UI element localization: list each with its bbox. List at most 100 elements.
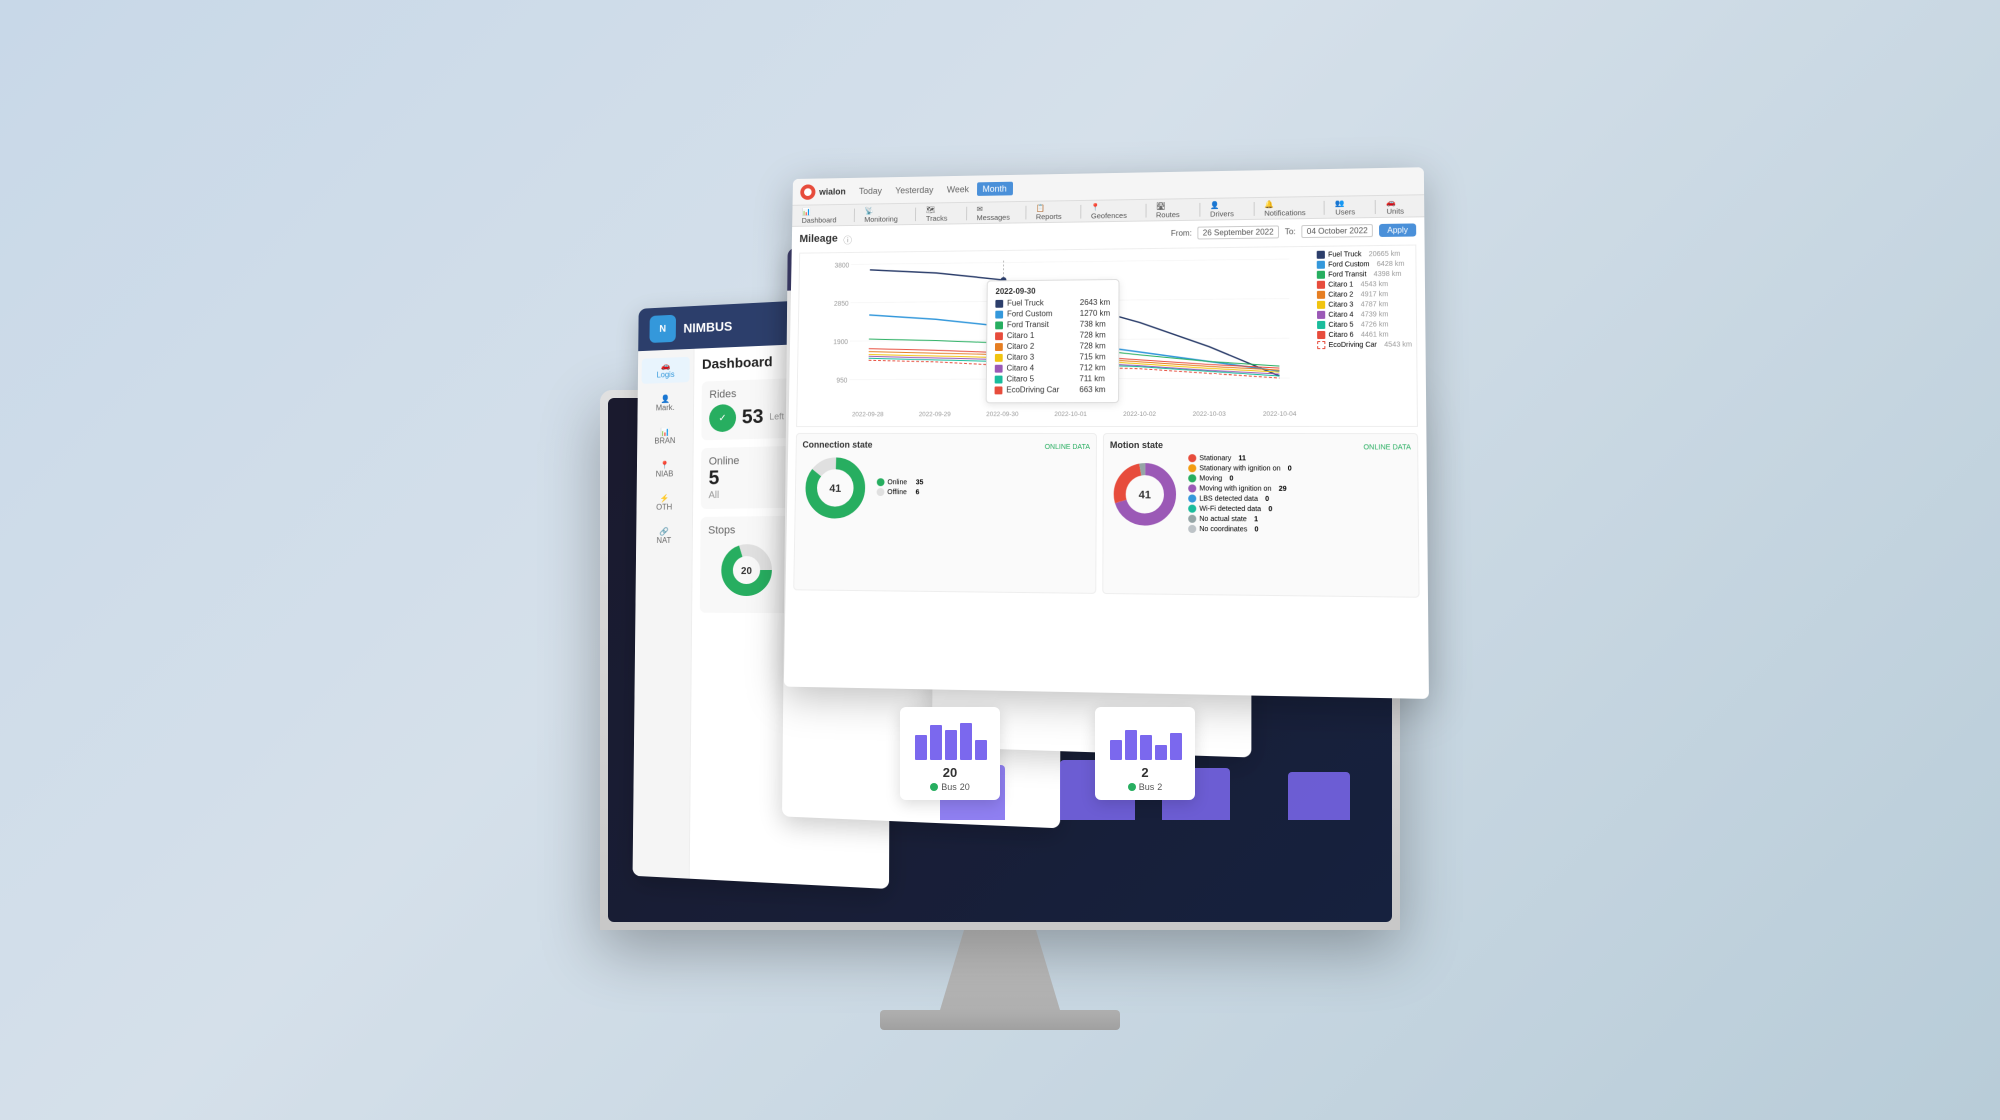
tooltip-date: 2022-09-30 bbox=[995, 286, 1110, 296]
toolbar-divider-2 bbox=[915, 207, 916, 221]
from-date-input[interactable]: 26 September 2022 bbox=[1198, 225, 1279, 239]
toolbar-units[interactable]: 🚗 Units bbox=[1382, 196, 1418, 217]
sidebar-item-bran[interactable]: 📊BRAN bbox=[641, 423, 689, 450]
legend-dot-citaro1r bbox=[1317, 281, 1325, 289]
wialon-main-content: Mileage ⓘ From: 26 September 2022 To: 04… bbox=[785, 217, 1428, 604]
legend-dot-online bbox=[877, 478, 885, 486]
legend-dot-citaro4r bbox=[1317, 311, 1325, 319]
svg-text:2022-10-02: 2022-10-02 bbox=[1123, 411, 1156, 418]
sidebar-item-oth[interactable]: ⚡OTH bbox=[640, 490, 688, 516]
legend-citaro3: Citaro 3 4787 km bbox=[1317, 300, 1412, 309]
legend-val-moving: 0 bbox=[1229, 475, 1233, 482]
legend-label-moving-ign: Moving with ignition on bbox=[1199, 485, 1271, 492]
tooltip-dot-citaro4 bbox=[995, 364, 1003, 372]
legend-dot-stat-ign bbox=[1188, 464, 1196, 472]
left-bar-num: 20 bbox=[943, 765, 957, 780]
toolbar-reports[interactable]: 📋 Reports bbox=[1032, 202, 1075, 222]
legend-online: Online 35 bbox=[877, 478, 924, 486]
wialon-logo-area: wialon bbox=[800, 183, 846, 199]
tooltip-name-citaro3: Citaro 3 bbox=[1007, 353, 1076, 362]
motion-state-panel: Motion state ONLINE DATA 41 bbox=[1102, 433, 1419, 598]
motion-online-badge: ONLINE DATA bbox=[1363, 444, 1410, 451]
legend-label-offline: Offline bbox=[887, 489, 907, 496]
tooltip-value-ford-transit: 738 km bbox=[1080, 320, 1106, 329]
apply-button[interactable]: Apply bbox=[1379, 223, 1416, 237]
legend-dot-ecor bbox=[1317, 341, 1325, 349]
legend-label-moving: Moving bbox=[1199, 475, 1222, 482]
tooltip-dot-citaro5 bbox=[995, 375, 1003, 383]
left-bus-label: Bus bbox=[941, 782, 957, 792]
legend-val-citaro6r: 4461 km bbox=[1361, 331, 1389, 338]
nimbus-title: NIMBUS bbox=[683, 318, 732, 335]
right-bus-dot bbox=[1128, 783, 1136, 791]
tooltip-dot-citaro1 bbox=[995, 332, 1003, 340]
connection-donut-svg: 41 bbox=[801, 453, 869, 522]
legend-wifi: Wi-Fi detected data 0 bbox=[1188, 505, 1292, 514]
toolbar-messages[interactable]: ✉ Messages bbox=[973, 202, 1020, 222]
legend-val-stationary: 11 bbox=[1238, 455, 1246, 462]
legend-ford-transit: Ford Transit 4398 km bbox=[1317, 270, 1412, 279]
legend-moving-ign: Moving with ignition on 29 bbox=[1188, 484, 1292, 493]
legend-label-no-actual: No actual state bbox=[1199, 515, 1247, 522]
toolbar-divider-5 bbox=[1080, 204, 1081, 218]
svg-text:41: 41 bbox=[829, 483, 841, 495]
rides-badge-icon: ✓ bbox=[709, 404, 736, 432]
svg-text:2022-09-30: 2022-09-30 bbox=[986, 411, 1019, 418]
sidebar-item-nat[interactable]: 🔗NAT bbox=[640, 523, 688, 549]
tooltip-item-citaro1: Citaro 1 728 km bbox=[995, 330, 1110, 340]
legend-label-wifi: Wi-Fi detected data bbox=[1199, 505, 1261, 512]
to-date-input[interactable]: 04 October 2022 bbox=[1302, 224, 1373, 238]
toolbar-tracks[interactable]: 🗺 Tracks bbox=[922, 203, 960, 223]
toolbar-notifications[interactable]: 🔔 Notifications bbox=[1260, 198, 1318, 219]
wialon-tabs: Today Yesterday Week Month bbox=[853, 181, 1012, 197]
wialon-logo-icon bbox=[800, 184, 815, 200]
legend-name-citaro3r: Citaro 3 bbox=[1328, 301, 1353, 308]
legend-name-ecor: EcoDriving Car bbox=[1328, 341, 1377, 348]
svg-text:2022-10-04: 2022-10-04 bbox=[1263, 411, 1297, 418]
legend-no-actual: No actual state 1 bbox=[1188, 515, 1292, 524]
toolbar-geofences[interactable]: 📍 Geofences bbox=[1087, 200, 1139, 220]
svg-text:3800: 3800 bbox=[835, 262, 850, 269]
tab-today[interactable]: Today bbox=[853, 184, 888, 198]
toolbar-monitoring[interactable]: 📡 Monitoring bbox=[860, 204, 909, 224]
legend-dot-moving-ign bbox=[1188, 484, 1196, 492]
legend-no-coords: No coordinates 0 bbox=[1188, 525, 1292, 534]
left-bar-value: 20 bbox=[943, 765, 957, 780]
sidebar-item-mark[interactable]: 👤Mark. bbox=[641, 390, 689, 417]
bottom-panels: Connection state ONLINE DATA 41 bbox=[793, 433, 1419, 598]
sidebar-item-niab[interactable]: 📍NIAB bbox=[641, 456, 689, 482]
tooltip-name-citaro4: Citaro 4 bbox=[1007, 363, 1076, 372]
tooltip-dot-fuel-truck bbox=[995, 299, 1003, 307]
legend-moving: Moving 0 bbox=[1188, 474, 1292, 482]
legend-stat-ign: Stationary with ignition on 0 bbox=[1188, 464, 1292, 472]
legend-label-stationary: Stationary bbox=[1199, 455, 1231, 462]
tooltip-name-citaro5: Citaro 5 bbox=[1006, 374, 1075, 383]
toolbar-users[interactable]: 👥 Users bbox=[1331, 197, 1369, 218]
tooltip-name-citaro1: Citaro 1 bbox=[1007, 331, 1076, 340]
tab-yesterday[interactable]: Yesterday bbox=[889, 183, 939, 197]
legend-val-moving-ign: 29 bbox=[1279, 485, 1287, 492]
legend-dot-ford-transit bbox=[1317, 271, 1325, 279]
sidebar-item-logis[interactable]: 🚗Logis bbox=[642, 357, 690, 384]
wialon-logo-text: wialon bbox=[819, 186, 846, 196]
legend-val-citaro2r: 4917 km bbox=[1361, 291, 1389, 298]
legend-dot-citaro5r bbox=[1317, 321, 1325, 329]
legend-val-fuel-truck: 20665 km bbox=[1369, 250, 1401, 257]
toolbar-dashboard[interactable]: 📊 Dashboard bbox=[798, 205, 849, 225]
tooltip-value-citaro3: 715 km bbox=[1079, 352, 1105, 361]
toolbar-routes[interactable]: 🛣 Routes bbox=[1152, 200, 1193, 220]
tooltip-value-citaro2: 728 km bbox=[1080, 341, 1106, 350]
legend-val-stat-ign: 0 bbox=[1288, 465, 1292, 472]
tooltip-dot-citaro2 bbox=[995, 343, 1003, 351]
legend-dot-fuel-truck bbox=[1317, 251, 1325, 259]
toolbar-drivers[interactable]: 👤 Drivers bbox=[1206, 199, 1247, 219]
legend-citaro4: Citaro 4 4739 km bbox=[1317, 310, 1412, 319]
mileage-info-icon: ⓘ bbox=[843, 234, 852, 247]
legend-lbs: LBS detected data 0 bbox=[1188, 495, 1292, 504]
mileage-title: Mileage bbox=[799, 232, 837, 244]
nimbus-sidebar: 🚗Logis 👤Mark. 📊BRAN 📍NIAB ⚡OTH 🔗NAT bbox=[633, 349, 695, 879]
tab-week[interactable]: Week bbox=[941, 182, 975, 196]
monitor-container: N NIMBUS 🚗Logis 👤Mark. 📊BRAN 📍NIAB ⚡OTH … bbox=[550, 150, 1450, 930]
tooltip-dot-eco bbox=[995, 386, 1003, 394]
tab-month[interactable]: Month bbox=[977, 181, 1013, 195]
